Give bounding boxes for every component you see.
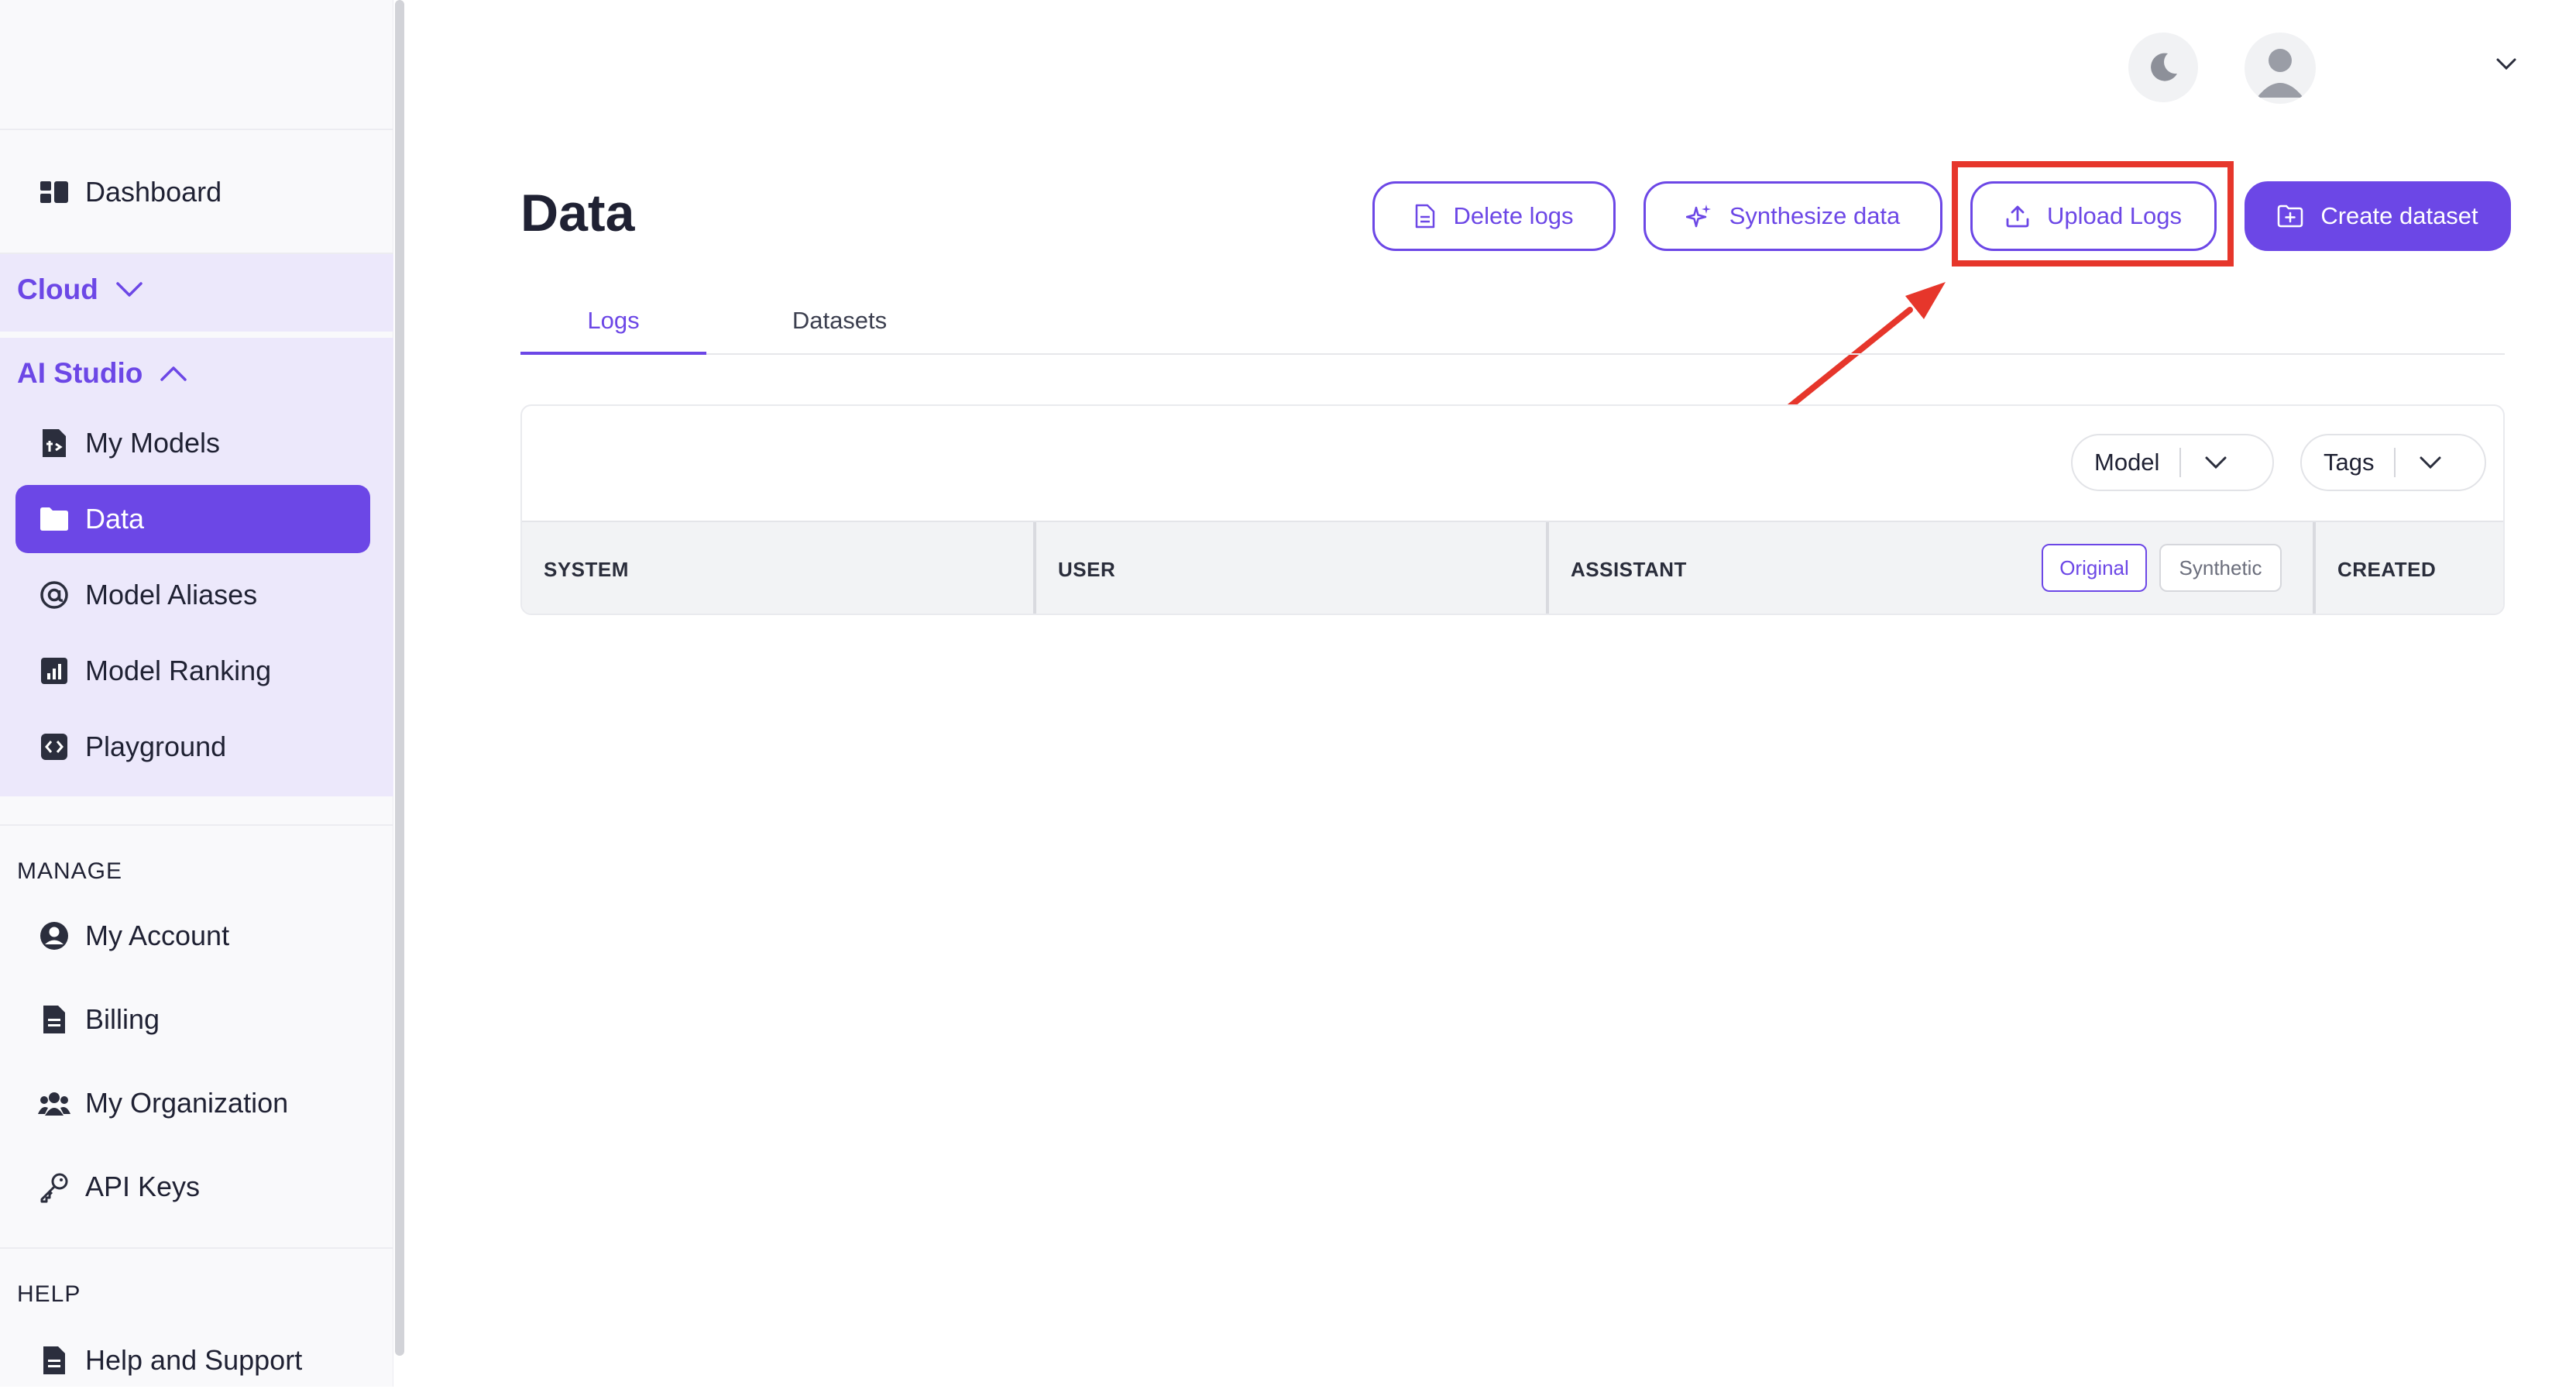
folder-icon [37,502,71,536]
sidebar-item-my-account[interactable]: My Account [15,902,370,970]
sidebar-divider [0,1247,393,1249]
sidebar-item-label: Billing [85,1003,160,1035]
chevron-down-icon [2181,456,2227,469]
sidebar-item-label: Model Ranking [85,655,272,686]
ai-studio-group-label: AI Studio [17,357,143,389]
synthesize-data-button[interactable]: Synthesize data [1643,181,1942,251]
logs-table-panel: Model Tags SYSTEM USER ASSISTANT Origina… [520,404,2505,615]
sidebar-item-label: My Models [85,427,221,459]
dashboard-icon [37,175,71,209]
create-dataset-button[interactable]: Create dataset [2245,181,2511,251]
cloud-group-toggle[interactable]: Cloud [17,266,143,313]
sidebar-item-model-aliases[interactable]: Model Aliases [15,561,370,629]
sidebar-item-model-ranking[interactable]: Model Ranking [15,637,370,705]
sidebar-item-data[interactable]: Data [15,485,370,553]
sidebar-scrollbar[interactable] [395,0,404,1356]
model-file-icon [37,426,71,460]
user-menu-chevron-down-icon[interactable] [2495,57,2517,75]
tags-filter-label: Tags [2324,449,2375,476]
sidebar-item-label: Data [85,503,145,535]
document-icon [37,1343,71,1377]
document-icon [1414,203,1436,229]
manage-section-heading: MANAGE [17,858,123,884]
sidebar-item-help-and-support[interactable]: Help and Support [15,1326,370,1394]
column-header-user[interactable]: USER [1036,522,1547,614]
ai-studio-group-toggle[interactable]: AI Studio [17,350,187,397]
sidebar-item-my-models[interactable]: My Models [15,409,370,477]
chevron-down-icon [2396,456,2442,469]
sidebar-item-playground[interactable]: Playground [15,713,370,781]
table-header-row: SYSTEM USER ASSISTANT Original Synthetic… [522,521,2503,614]
assistant-original-toggle[interactable]: Original [2042,544,2147,592]
assistant-synthetic-toggle[interactable]: Synthetic [2159,544,2282,592]
sidebar-divider [0,129,393,130]
column-header-created[interactable]: CREATED [2316,522,2503,614]
chevron-down-icon [116,282,143,297]
tab-logs[interactable]: Logs [520,307,706,355]
sidebar: Dashboard Cloud AI Studio My Models Data… [0,0,393,1387]
create-dataset-label: Create dataset [2320,202,2478,229]
model-filter-label: Model [2094,449,2160,476]
synthesize-data-label: Synthesize data [1729,202,1901,229]
sidebar-item-label: API Keys [85,1171,201,1202]
theme-toggle-button[interactable] [2128,33,2198,102]
folder-plus-icon [2277,205,2303,228]
users-icon [37,1086,71,1120]
key-icon [37,1170,71,1204]
sidebar-item-billing[interactable]: Billing [15,985,370,1054]
at-sign-icon [37,578,71,612]
tab-datasets[interactable]: Datasets [747,307,933,355]
sidebar-item-api-keys[interactable]: API Keys [15,1153,370,1221]
cloud-group-label: Cloud [17,273,98,305]
page-title: Data [520,184,635,242]
delete-logs-button[interactable]: Delete logs [1372,181,1616,251]
annotation-highlight-box [1952,161,2234,266]
chevron-up-icon [160,366,187,381]
moon-icon [2151,53,2177,81]
model-filter-dropdown[interactable]: Model [2071,434,2274,491]
sidebar-item-label: Model Aliases [85,579,258,610]
code-icon [37,730,71,764]
bar-chart-icon [37,654,71,688]
tags-filter-dropdown[interactable]: Tags [2300,434,2486,491]
avatar[interactable] [2245,33,2316,104]
sidebar-item-label: Help and Support [85,1344,303,1376]
sidebar-item-label: Dashboard [85,176,222,208]
column-header-system[interactable]: SYSTEM [522,522,1033,614]
sidebar-item-dashboard[interactable]: Dashboard [15,158,370,226]
sidebar-item-my-organization[interactable]: My Organization [15,1069,370,1137]
sidebar-item-label: My Account [85,920,230,951]
user-circle-icon [37,919,71,953]
invoice-icon [37,1002,71,1037]
sidebar-item-label: My Organization [85,1087,289,1119]
sparkles-icon [1685,203,1712,229]
sidebar-item-label: Playground [85,731,227,762]
sidebar-divider [0,824,393,826]
delete-logs-label: Delete logs [1453,202,1574,229]
user-icon [2257,49,2303,98]
help-section-heading: HELP [17,1281,81,1307]
